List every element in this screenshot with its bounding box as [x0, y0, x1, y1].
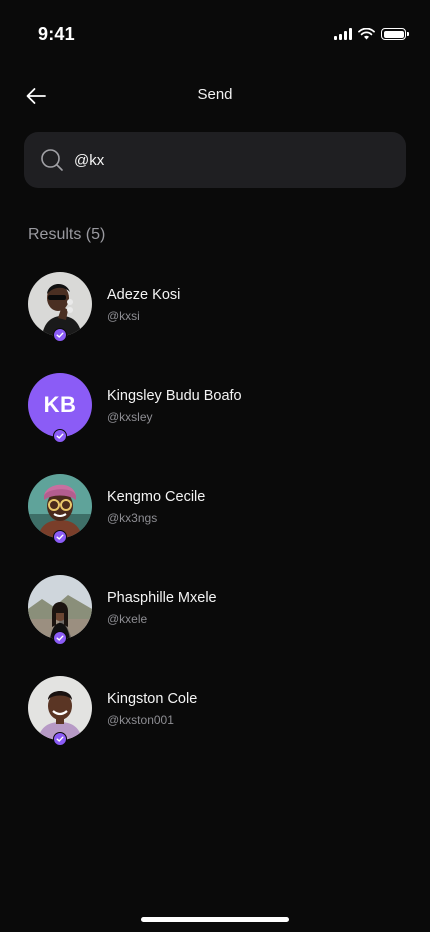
user-name: Kingsley Budu Boafo: [107, 388, 242, 404]
search-input[interactable]: [74, 151, 354, 169]
status-bar: 9:41: [0, 0, 430, 70]
avatar: [28, 575, 92, 639]
avatar-container: [28, 474, 92, 544]
avatar: [28, 474, 92, 538]
verified-badge-icon: [53, 328, 67, 342]
wifi-icon: [358, 28, 375, 40]
user-handle: @kxsley: [107, 410, 153, 424]
verified-badge-icon: [53, 530, 67, 544]
avatar: KB: [28, 373, 92, 437]
battery-icon: [381, 28, 409, 40]
verified-badge-icon: [53, 732, 67, 746]
avatar-container: [28, 676, 92, 746]
verified-badge-icon: [53, 631, 67, 645]
avatar: [28, 272, 92, 336]
status-icons: [334, 28, 409, 40]
avatar-initials: KB: [43, 392, 77, 417]
results-count-label: Results (5): [28, 226, 106, 243]
home-indicator[interactable]: [141, 917, 289, 922]
avatar: [28, 676, 92, 740]
user-handle: @kx3ngs: [107, 511, 158, 525]
search-icon: [41, 149, 63, 171]
user-handle: @kxele: [107, 612, 148, 626]
user-name: Adeze Kosi: [107, 287, 181, 303]
verified-badge-icon: [53, 429, 67, 443]
page-title: Send: [197, 86, 233, 103]
user-handle: @kxston001: [107, 713, 174, 727]
list-item[interactable]: Kingston Cole @kxston001: [0, 672, 430, 773]
user-handle: @kxsi: [107, 309, 140, 323]
list-item[interactable]: KB Kingsley Budu Boafo @kxsley: [0, 369, 430, 470]
list-item[interactable]: Phasphille Mxele @kxele: [0, 571, 430, 672]
results-list: Adeze Kosi @kxsi KB Kingsley Budu Boafo …: [0, 268, 430, 773]
status-time: 9:41: [38, 24, 75, 44]
avatar-container: KB: [28, 373, 92, 443]
list-item[interactable]: Kengmo Cecile @kx3ngs: [0, 470, 430, 571]
header: Send: [0, 78, 430, 114]
user-name: Phasphille Mxele: [107, 590, 217, 606]
list-item[interactable]: Adeze Kosi @kxsi: [0, 268, 430, 369]
avatar-container: [28, 575, 92, 645]
user-name: Kingston Cole: [107, 691, 198, 707]
avatar-container: [28, 272, 92, 342]
cellular-signal-icon: [334, 28, 352, 40]
search-box[interactable]: [24, 132, 406, 188]
user-name: Kengmo Cecile: [107, 489, 206, 505]
